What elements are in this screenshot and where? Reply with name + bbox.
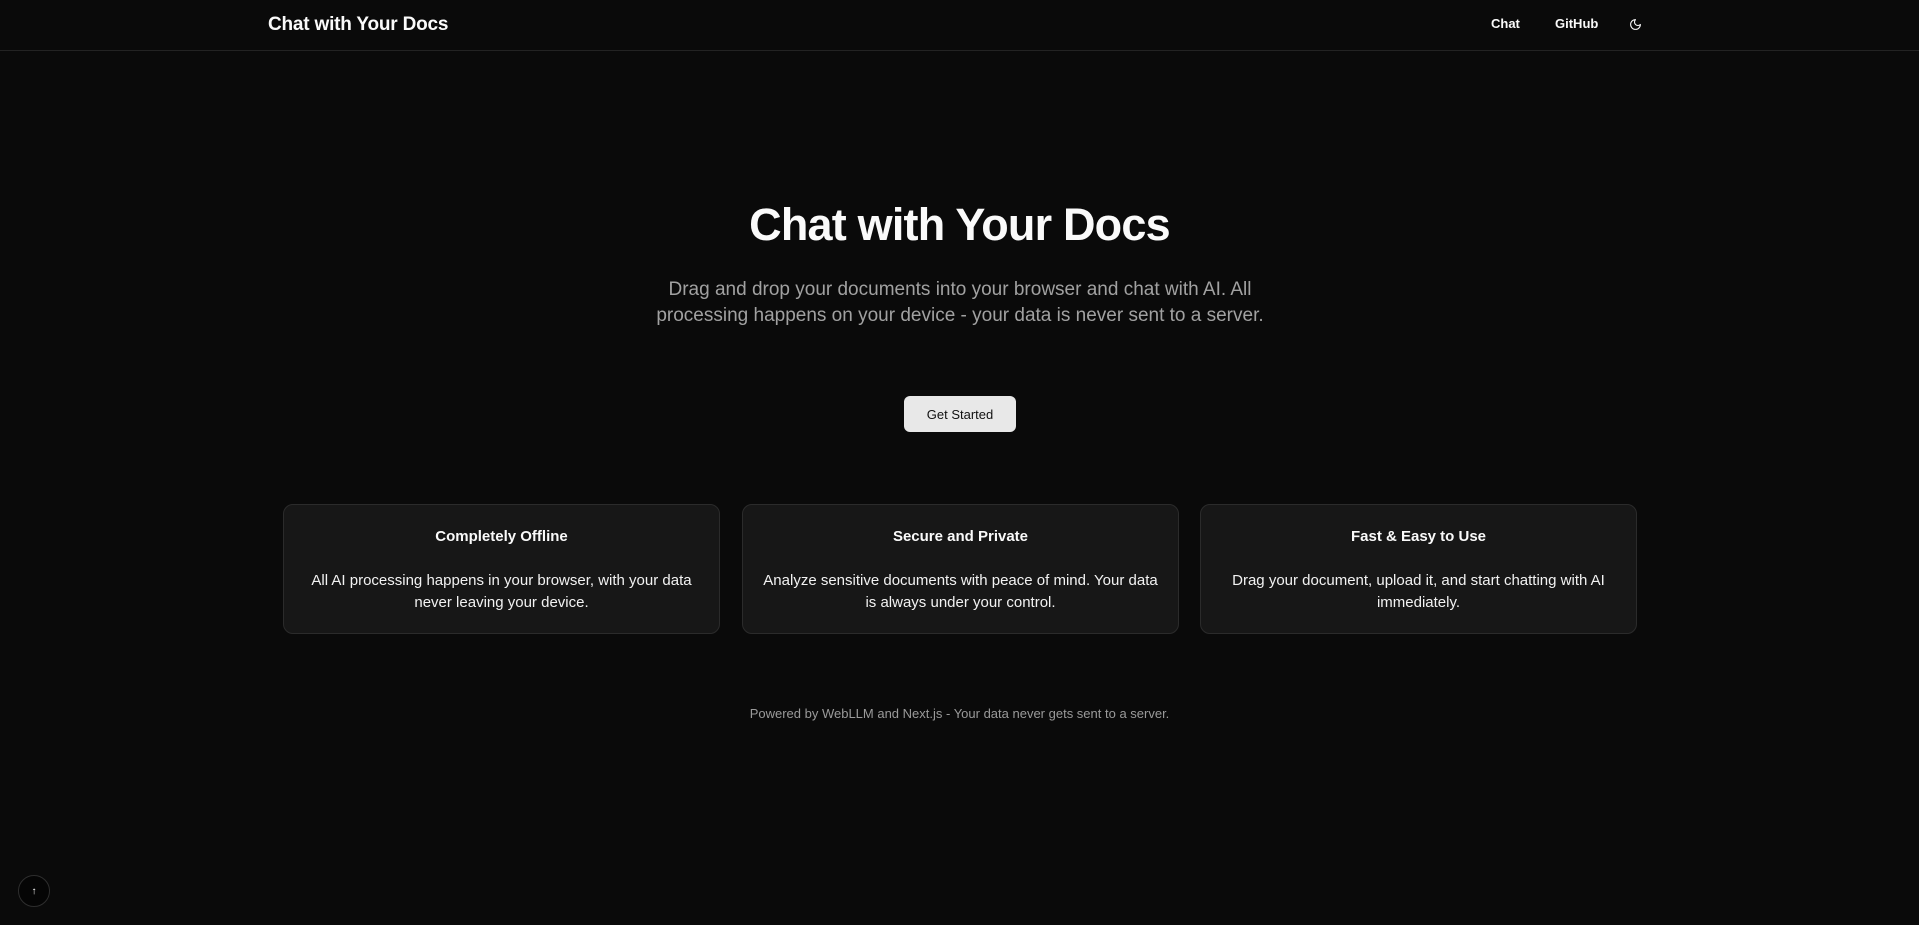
feature-card-body: All AI processing happens in your browse… xyxy=(311,572,692,611)
top-navbar: Chat with Your Docs Chat GitHub xyxy=(0,0,1919,51)
feature-card-fast: Fast & Easy to Use Drag your document, u… xyxy=(1200,504,1637,634)
feature-card-offline: Completely Offline All AI processing hap… xyxy=(283,504,720,634)
arrow-up-icon: ↑ xyxy=(31,885,37,897)
scroll-to-top-button[interactable]: ↑ xyxy=(18,875,50,907)
feature-card-secure: Secure and Private Analyze sensitive doc… xyxy=(742,504,1179,634)
feature-card-title: Secure and Private xyxy=(892,528,1029,545)
feature-card-body: Analyze sensitive documents with peace o… xyxy=(763,572,1158,611)
brand-logo-link[interactable]: Chat with Your Docs xyxy=(268,14,448,36)
feature-card-body: Drag your document, upload it, and start… xyxy=(1232,572,1605,611)
hero-title: Chat with Your Docs xyxy=(749,199,1170,250)
feature-card-title: Completely Offline xyxy=(435,528,568,545)
nav-link-chat[interactable]: Chat xyxy=(1491,16,1520,31)
footer-text: Powered by WebLLM and Next.js - Your dat… xyxy=(749,706,1170,721)
nav-link-github[interactable]: GitHub xyxy=(1555,16,1598,31)
feature-card-title: Fast & Easy to Use xyxy=(1350,528,1487,545)
get-started-button[interactable]: Get Started xyxy=(904,396,1016,432)
moon-icon xyxy=(1629,18,1641,30)
theme-toggle-button[interactable] xyxy=(1625,13,1645,35)
hero-subtitle: Drag and drop your documents into your b… xyxy=(656,279,1264,326)
